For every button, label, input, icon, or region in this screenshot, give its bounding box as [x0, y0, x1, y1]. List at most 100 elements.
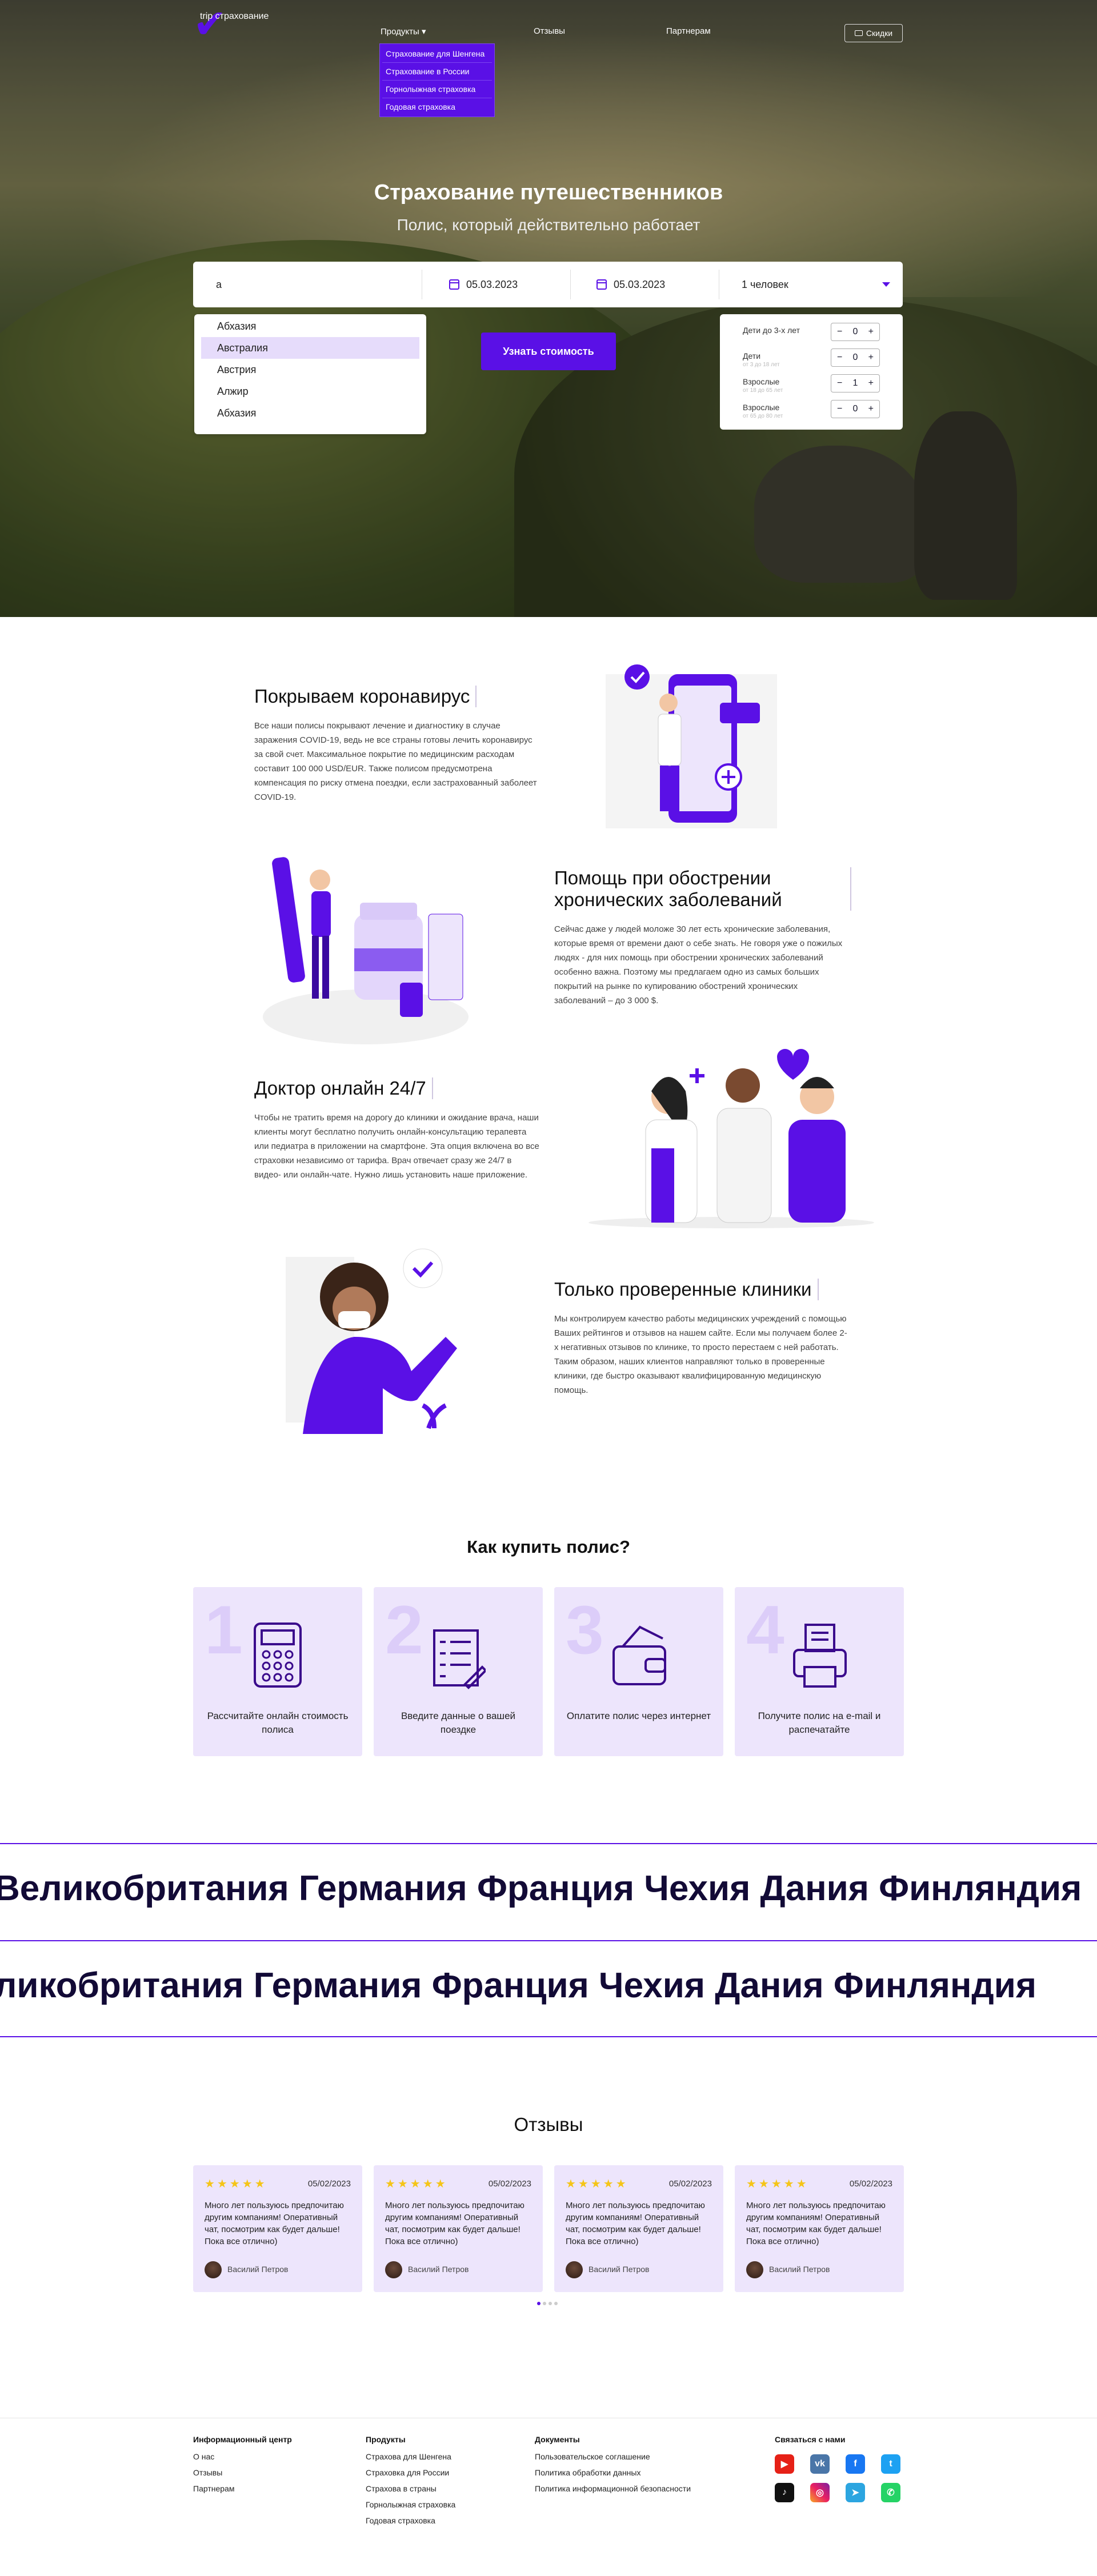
reviewer-name: Василий Петров: [227, 2265, 289, 2274]
chevron-down-icon: [882, 282, 890, 287]
minus-icon[interactable]: −: [837, 404, 842, 414]
instagram-icon[interactable]: ◎: [810, 2483, 830, 2502]
facebook-icon[interactable]: f: [846, 2454, 865, 2474]
dropdown-item[interactable]: Годовая страховка: [382, 98, 492, 115]
review-date: 05/02/2023: [849, 2179, 892, 2189]
tiktok-icon[interactable]: ♪: [775, 2483, 794, 2502]
plus-icon[interactable]: +: [868, 327, 874, 337]
footer-heading: Документы: [535, 2435, 580, 2444]
nav-partners[interactable]: Партнерам: [666, 26, 711, 36]
country-marquee: Великобритания Германия Франция Чехия Да…: [0, 1869, 1082, 1908]
step-card: 1 Рассчитайте онлайн стоимость полиса: [193, 1587, 362, 1756]
passenger-label: Взрослые: [743, 403, 780, 412]
avatar: [205, 2261, 222, 2278]
feature-block: Покрываем коронавирус Все наши полисы по…: [254, 686, 540, 804]
passenger-sublabel: от 3 до 18 лет: [743, 362, 780, 368]
twitter-icon[interactable]: t: [881, 2454, 900, 2474]
country-option[interactable]: Абхазия: [201, 402, 419, 424]
quantity-stepper[interactable]: −1 +: [831, 374, 880, 392]
review-date: 05/02/2023: [488, 2179, 531, 2189]
passenger-row: Взрослые от 18 до 65 лет −1 +: [743, 370, 880, 396]
carousel-dot[interactable]: [537, 2302, 541, 2305]
review-text: Много лет пользуюсь предпочитаю другим к…: [746, 2201, 886, 2246]
footer-column-contact: Связаться с нами: [775, 2435, 845, 2452]
country-option[interactable]: Австрия: [201, 359, 419, 380]
quantity-stepper[interactable]: −0 +: [831, 348, 880, 367]
country-marquee: ликобритания Германия Франция Чехия Дани…: [0, 1966, 1037, 2005]
stepper-value: 0: [852, 404, 858, 414]
dropdown-item[interactable]: Страхование в России: [382, 63, 492, 81]
passenger-row: Дети от 3 до 18 лет −0 +: [743, 344, 880, 370]
footer-link[interactable]: Страхова в страны: [366, 2484, 455, 2493]
footer-link[interactable]: Страховка для России: [366, 2468, 455, 2477]
review-card: ★★★★★ 05/02/2023 Много лет пользуюсь пре…: [193, 2165, 362, 2292]
stepper-value: 1: [852, 378, 858, 388]
footer-link[interactable]: Политика обработки данных: [535, 2468, 691, 2477]
footer-link[interactable]: Политика информационной безопасности: [535, 2484, 691, 2493]
date-from-field[interactable]: 05.03.2023: [449, 262, 563, 307]
footer-heading: Информационный центр: [193, 2435, 292, 2444]
vk-icon[interactable]: vk: [810, 2454, 830, 2474]
quantity-stepper[interactable]: −0 +: [831, 400, 880, 418]
step-card: 2 Введите данные о вашей поездке: [374, 1587, 543, 1756]
footer-link[interactable]: О нас: [193, 2452, 292, 2461]
whatsapp-icon[interactable]: ✆: [881, 2483, 900, 2502]
footer-link[interactable]: Пользовательское соглашение: [535, 2452, 691, 2461]
discounts-button[interactable]: Скидки: [844, 24, 903, 42]
country-option[interactable]: Алжир: [201, 380, 419, 402]
carousel-dot[interactable]: [548, 2302, 552, 2305]
step-card: 3 Оплатите полис через интернет: [554, 1587, 723, 1756]
nav-products[interactable]: Продукты ▾: [381, 26, 426, 37]
calendar-icon: [449, 279, 459, 290]
date-to-value: 05.03.2023: [614, 278, 666, 290]
footer-heading: Связаться с нами: [775, 2435, 846, 2444]
dropdown-item[interactable]: Горнолыжная страховка: [382, 81, 492, 98]
hero-overlay: [0, 0, 1097, 617]
hero-title: Страхование путешественников: [374, 181, 723, 205]
marquee-border: [0, 2036, 1097, 2037]
quantity-stepper[interactable]: −0 +: [831, 323, 880, 341]
passenger-sublabel: от 18 до 65 лет: [743, 387, 783, 394]
logo-text: trip страхование: [200, 11, 269, 21]
feature-title: Покрываем коронавирус: [254, 686, 477, 707]
calculate-price-button[interactable]: Узнать стоимость: [481, 332, 616, 370]
footer-link[interactable]: Партнерам: [193, 2484, 292, 2493]
footer-link[interactable]: Отзывы: [193, 2468, 292, 2477]
avatar: [566, 2261, 583, 2278]
avatar: [385, 2261, 402, 2278]
plus-icon[interactable]: +: [868, 378, 874, 388]
carousel-dot[interactable]: [554, 2302, 558, 2305]
nav-reviews[interactable]: Отзывы: [534, 26, 565, 36]
masked-woman-illustration: [286, 1248, 457, 1434]
marquee-border: [0, 1843, 1097, 1844]
minus-icon[interactable]: −: [837, 352, 842, 363]
logo[interactable]: ✔ trip страхование: [193, 4, 269, 44]
country-input[interactable]: а: [216, 262, 410, 307]
dropdown-item[interactable]: Страхование для Шенгена: [382, 45, 492, 63]
review-text: Много лет пользуюсь предпочитаю другим к…: [385, 2201, 525, 2246]
minus-icon[interactable]: −: [837, 378, 842, 388]
minus-icon[interactable]: −: [837, 327, 842, 337]
country-option[interactable]: Абхазия: [201, 315, 419, 337]
printer-icon: [793, 1624, 847, 1688]
medicine-illustration: [263, 857, 469, 1044]
passenger-row: Взрослые от 65 до 80 лет −0 +: [743, 396, 880, 422]
carousel-dot[interactable]: [543, 2302, 546, 2305]
plus-icon[interactable]: +: [868, 352, 874, 363]
footer-link[interactable]: Горнолыжная страховка: [366, 2500, 455, 2509]
review-date: 05/02/2023: [307, 2179, 351, 2189]
country-option-selected[interactable]: Австралия: [201, 337, 419, 359]
telegram-icon[interactable]: ➤: [846, 2483, 865, 2502]
footer-link[interactable]: Годовая страховка: [366, 2516, 455, 2525]
passenger-sublabel: от 65 до 80 лет: [743, 413, 783, 419]
plus-icon[interactable]: +: [868, 404, 874, 414]
feature-text: Мы контролируем качество работы медицинс…: [554, 1314, 847, 1395]
marquee-border: [0, 1940, 1097, 1941]
footer-link[interactable]: Страхова для Шенгена: [366, 2452, 455, 2461]
date-to-field[interactable]: 05.03.2023: [596, 262, 711, 307]
step-caption: Получите полис на e-mail и распечатайте: [758, 1710, 881, 1735]
youtube-icon[interactable]: ▶: [775, 2454, 794, 2474]
travelers-select[interactable]: 1 человек: [742, 262, 890, 307]
how-to-buy-title: Как купить полис?: [467, 1537, 630, 1557]
review-card: ★★★★★ 05/02/2023 Много лет пользуюсь пре…: [735, 2165, 904, 2292]
